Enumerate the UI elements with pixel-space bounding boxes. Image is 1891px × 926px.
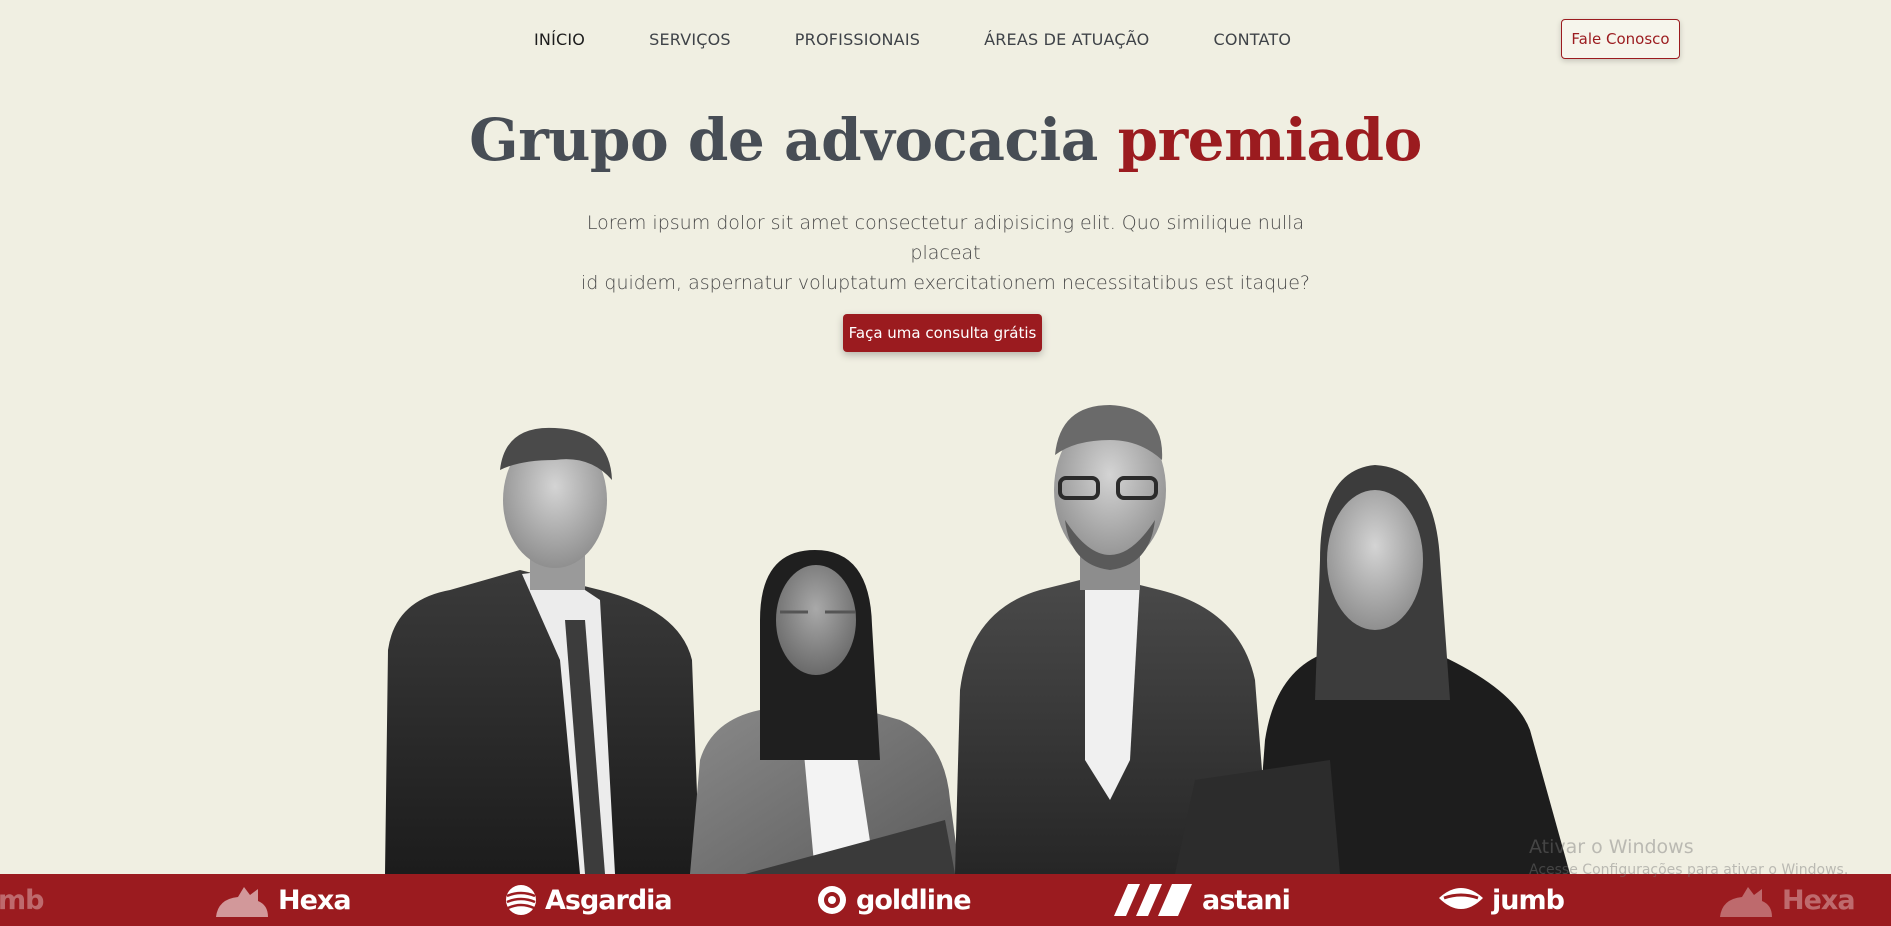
logo-hexa-repeat: Hexa: [1718, 874, 1856, 926]
cat-icon: [1720, 887, 1772, 917]
ring-icon: [818, 886, 846, 914]
hero-title-accent: premiado: [1117, 106, 1423, 174]
hero-title: Grupo de advocacia premiado: [0, 106, 1891, 174]
logo-asgardia: Asgardia: [505, 874, 673, 926]
nav-links: INÍCIO SERVIÇOS PROFISSIONAIS ÁREAS DE A…: [534, 30, 1355, 49]
lawyer-woman-right: [1175, 465, 1570, 874]
top-navbar: INÍCIO SERVIÇOS PROFISSIONAIS ÁREAS DE A…: [0, 0, 1891, 78]
lawyer-man-left: [385, 427, 700, 874]
lawyer-man-beard: [955, 405, 1270, 874]
hero-title-main: Grupo de advocacia: [469, 106, 1118, 174]
logo-astani: astani: [1114, 874, 1291, 926]
lawyer-woman-glasses: [690, 550, 960, 874]
hero-subtitle: Lorem ipsum dolor sit amet consectetur a…: [580, 208, 1311, 298]
partner-logos-strip: mb Hexa Asgardia goldline astani jumb He…: [0, 874, 1891, 926]
logo-jumb: jumb: [1438, 874, 1565, 926]
nav-link-contato[interactable]: CONTATO: [1213, 30, 1291, 49]
nav-link-inicio[interactable]: INÍCIO: [534, 30, 585, 49]
nav-link-servicos[interactable]: SERVIÇOS: [649, 30, 731, 49]
fale-conosco-button[interactable]: Fale Conosco: [1561, 19, 1680, 59]
cat-icon: [216, 887, 268, 917]
free-consultation-button[interactable]: Faça uma consulta grátis: [843, 314, 1042, 352]
watermark-title: Ativar o Windows: [1529, 836, 1694, 858]
hero-subtitle-line-2: id quidem, aspernatur voluptatum exercit…: [581, 272, 1310, 294]
windows-activation-watermark: Ativar o Windows Acesse Configurações pa…: [1529, 836, 1848, 878]
globe-icon: [506, 885, 536, 915]
logo-goldline: goldline: [816, 874, 972, 926]
nav-link-profissionais[interactable]: PROFISSIONAIS: [795, 30, 920, 49]
logo-hexa: Hexa: [214, 874, 352, 926]
nav-link-areas-de-atuacao[interactable]: ÁREAS DE ATUAÇÃO: [984, 30, 1149, 49]
logo-partial-mb: mb: [0, 884, 44, 916]
eye-icon: [1439, 888, 1483, 909]
hero-subtitle-line-1: Lorem ipsum dolor sit amet consectetur a…: [586, 212, 1305, 264]
slashes-icon: [1114, 884, 1192, 916]
watermark-subtitle: Acesse Configurações para ativar o Windo…: [1529, 862, 1849, 878]
